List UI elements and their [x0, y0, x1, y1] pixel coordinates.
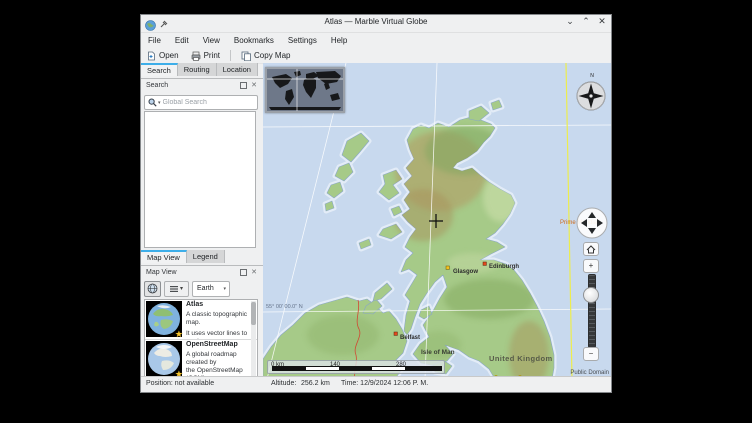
toolbar-separator: [230, 50, 231, 61]
city-marker-belfast[interactable]: [394, 332, 397, 335]
favorite-star-icon: ★: [175, 329, 183, 340]
zoom-slider-thumb[interactable]: [583, 287, 599, 303]
close-panel-icon[interactable]: ✕: [251, 81, 257, 89]
window-title: Atlas — Marble Virtual Globe: [141, 17, 611, 26]
tab-search[interactable]: Search: [141, 63, 178, 76]
mapview-tabbar: Map View Legend: [141, 250, 263, 266]
toolbar: Open Print Copy Map: [141, 48, 611, 64]
menu-bookmarks[interactable]: Bookmarks: [227, 34, 281, 47]
map-theme-item-openstreetmap[interactable]: ★ OpenStreetMap A global roadmap created…: [145, 340, 257, 378]
pan-control[interactable]: [576, 207, 608, 239]
print-icon: [191, 51, 201, 61]
map-theme-desc-line: A global roadmap created by: [186, 351, 248, 367]
city-label-belfast: Belfast: [400, 335, 420, 341]
sidebar: Search Routing Location Search ✕ ▾ Map V…: [141, 63, 263, 379]
print-button[interactable]: Print: [185, 50, 226, 62]
mapview-controls: ▾ Earth ▾: [144, 280, 258, 297]
global-search-input[interactable]: [163, 99, 257, 106]
latitude-label: 55° 00' 00.0" N: [266, 304, 303, 310]
city-label-glasgow: Glasgow: [453, 269, 478, 275]
globe-projection-button[interactable]: [144, 281, 161, 297]
search-dock-header: Search ✕: [141, 79, 259, 92]
status-position: Position: not available: [146, 380, 214, 387]
close-panel-icon[interactable]: ✕: [251, 268, 257, 276]
open-icon: [147, 51, 156, 61]
menu-view[interactable]: View: [196, 34, 227, 47]
marble-window: Atlas — Marble Virtual Globe ⌄ ⌃ ✕ File …: [140, 14, 612, 393]
search-options-arrow-icon[interactable]: ▾: [158, 100, 161, 106]
tab-routing[interactable]: Routing: [178, 63, 217, 76]
atlas-thumbnail: ★: [146, 301, 182, 337]
openstreetmap-thumbnail: ★: [146, 341, 182, 377]
desktop-background: { "window": { "title": "Atlas — Marble V…: [0, 0, 752, 423]
list-view-icon: [170, 285, 178, 293]
close-button[interactable]: ✕: [597, 16, 607, 27]
search-dock-title: Search: [146, 82, 168, 89]
zoom-in-button[interactable]: +: [583, 259, 599, 273]
map-theme-item-atlas[interactable]: ★ Atlas A classic topographic map. It us…: [145, 300, 257, 340]
titlebar[interactable]: Atlas — Marble Virtual Globe ⌄ ⌃ ✕: [141, 15, 611, 33]
menu-edit[interactable]: Edit: [168, 34, 196, 47]
menu-help[interactable]: Help: [324, 34, 354, 47]
compass-rose[interactable]: N: [574, 75, 610, 115]
map-theme-title: Atlas: [186, 301, 248, 308]
menu-file[interactable]: File: [141, 34, 168, 47]
home-icon: [586, 245, 596, 254]
zoom-slider-track[interactable]: [588, 274, 596, 348]
status-altitude-label: Altitude:: [271, 380, 296, 387]
chevron-down-icon: ▾: [180, 285, 183, 292]
tab-map-view[interactable]: Map View: [141, 250, 187, 263]
maximize-button[interactable]: ⌃: [581, 16, 591, 27]
scale-bar: 0 km 140 280: [267, 360, 445, 374]
mapview-dock-header: Map View ✕: [141, 266, 259, 279]
overview-map[interactable]: [265, 67, 345, 113]
home-button[interactable]: [583, 242, 599, 256]
minimize-button[interactable]: ⌄: [565, 16, 575, 27]
tab-legend[interactable]: Legend: [187, 250, 225, 263]
status-time: Time: 12/9/2024 12:06 P. M.: [341, 380, 428, 387]
float-panel-icon[interactable]: [240, 82, 247, 89]
city-label-edinburgh: Edinburgh: [489, 264, 519, 270]
statusbar: Position: not available Altitude: 256.2 …: [141, 376, 611, 392]
celestial-body-select[interactable]: Earth ▾: [192, 281, 230, 297]
city-marker-edinburgh[interactable]: [483, 262, 486, 265]
open-button[interactable]: Open: [141, 50, 185, 62]
city-marker-glasgow[interactable]: [446, 266, 449, 269]
float-panel-icon[interactable]: [240, 269, 247, 276]
search-field[interactable]: ▾: [144, 95, 258, 110]
menu-settings[interactable]: Settings: [281, 34, 324, 47]
tab-location[interactable]: Location: [217, 63, 258, 76]
scale-bar-segments: [272, 366, 442, 371]
mapview-dock-title: Map View: [146, 269, 177, 276]
search-results-list[interactable]: [144, 111, 256, 248]
map-theme-desc-line: A classic topographic map.: [186, 311, 248, 327]
search-tabbar: Search Routing Location: [141, 63, 263, 79]
chevron-down-icon: ▾: [223, 286, 229, 292]
status-altitude-value: 256.2 km: [301, 380, 330, 387]
island-label: Isle of Man: [421, 349, 455, 356]
map-theme-desc-line: It uses vector lines to mark: [186, 330, 248, 340]
view-mode-button[interactable]: ▾: [164, 281, 189, 297]
overview-world-icon: [267, 69, 343, 111]
zoom-out-button[interactable]: −: [583, 347, 599, 361]
map-theme-list: ★ Atlas A classic topographic map. It us…: [144, 299, 258, 378]
country-label: United Kingdom: [489, 354, 553, 363]
globe-icon: [147, 283, 158, 294]
map-viewport[interactable]: 55° 00' 00.0" N Prime Meridian Glasgow E…: [263, 63, 611, 379]
copy-map-button[interactable]: Copy Map: [235, 50, 296, 62]
copy-icon: [241, 51, 251, 61]
map-theme-title: OpenStreetMap: [186, 341, 248, 348]
search-icon: [148, 94, 157, 112]
menubar: File Edit View Bookmarks Settings Help: [141, 32, 611, 48]
map-list-scrollbar[interactable]: [251, 301, 256, 376]
